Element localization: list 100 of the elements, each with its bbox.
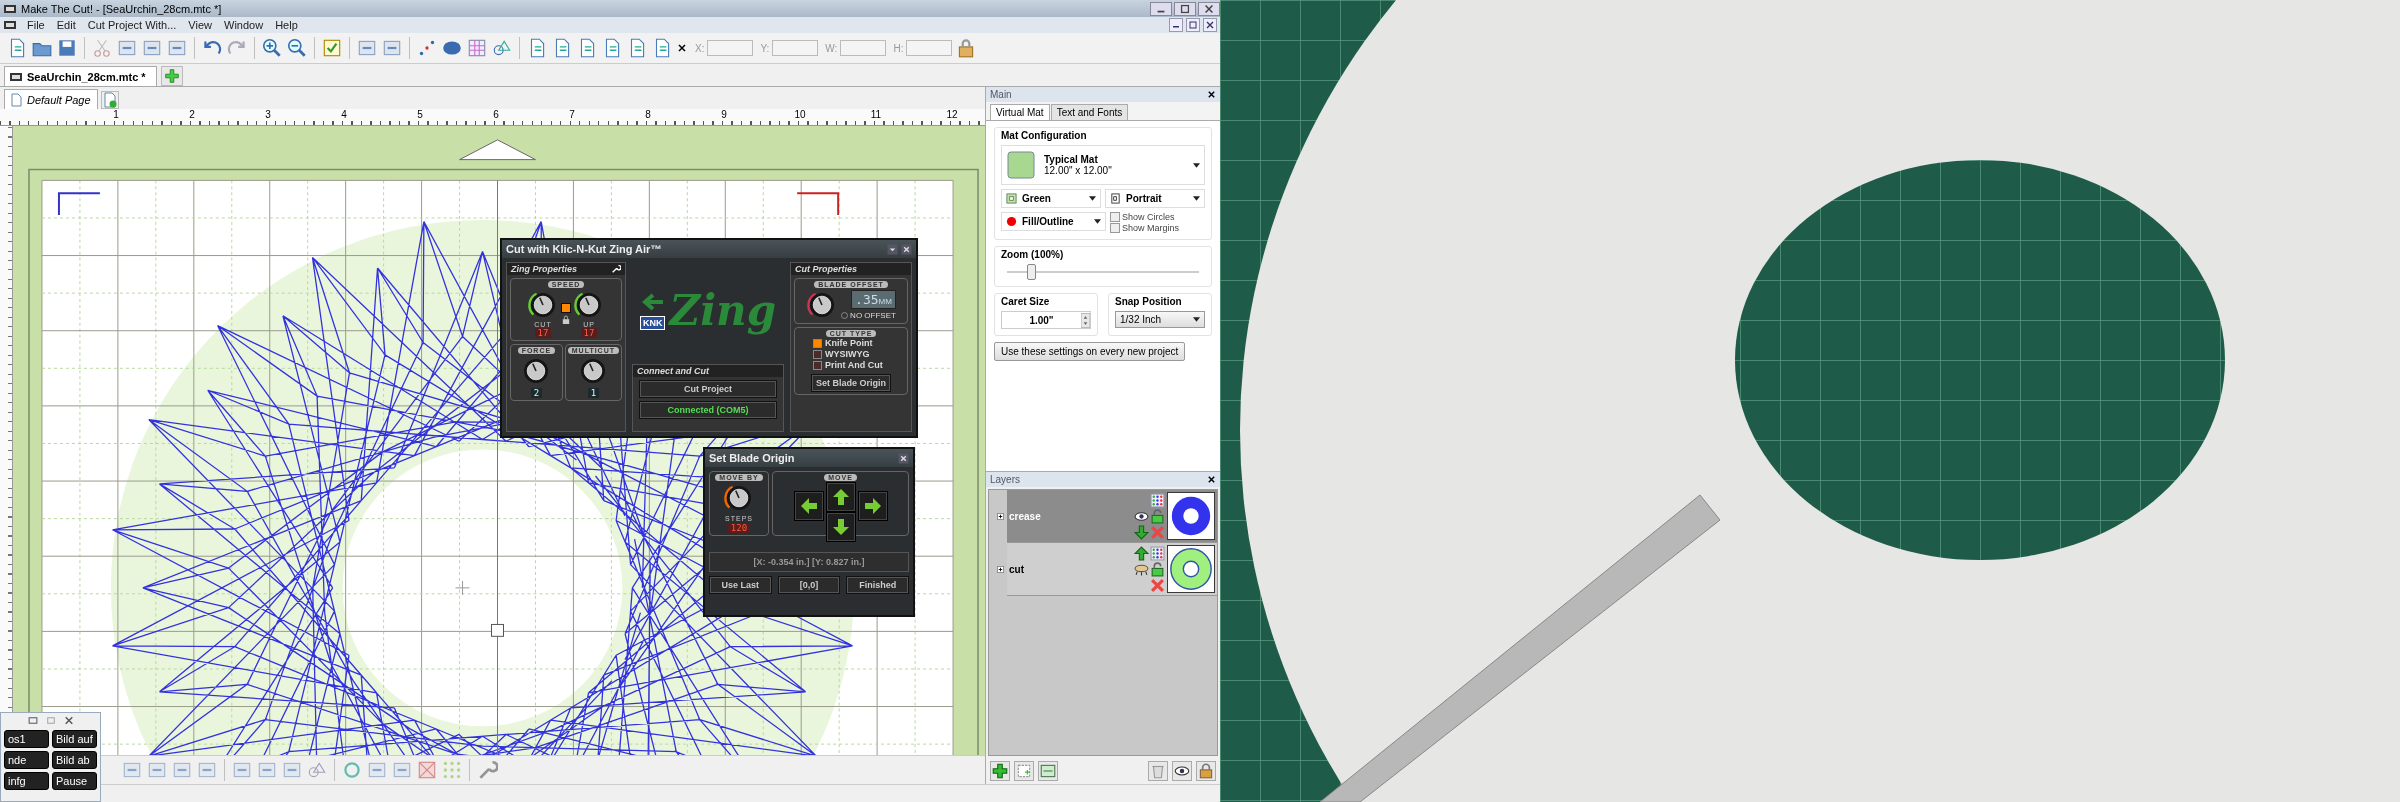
layer-name: crease <box>1008 510 1042 522</box>
keyboard-key[interactable]: Bild auf <box>52 730 97 748</box>
move-down-button[interactable] <box>825 512 856 542</box>
menu-item[interactable]: Cut Project With... <box>81 19 183 31</box>
keyboard-key[interactable]: os1 <box>4 730 49 748</box>
menu-item[interactable]: Help <box>269 19 304 31</box>
caret-icon <box>1193 317 1200 322</box>
orientation-dropdown[interactable]: Portrait <box>1105 189 1205 208</box>
wrench-icon[interactable] <box>611 264 621 274</box>
app-icon <box>3 18 17 32</box>
page-tab[interactable]: Default Page <box>4 89 98 109</box>
snap-dropdown[interactable]: 1/32 Inch <box>1115 311 1205 328</box>
maximize-icon[interactable] <box>1174 1 1196 16</box>
section-heading: Zing Properties <box>511 264 577 274</box>
move-up-button[interactable] <box>825 482 856 512</box>
close-icon[interactable] <box>676 42 688 54</box>
color-grid-icon[interactable] <box>1150 545 1165 561</box>
window-title: Make The Cut! - [SeaUrchin_28cm.mtc *] <box>21 2 222 15</box>
link-toggle[interactable] <box>561 302 571 313</box>
page-icon <box>1110 193 1121 204</box>
zoom-out-icon[interactable] <box>286 37 308 59</box>
dialog-button[interactable]: Finished <box>846 576 909 594</box>
merge-layer-icon[interactable] <box>1038 761 1058 781</box>
dialog-title: Set Blade Origin <box>709 452 795 464</box>
cut-project-button[interactable]: Cut Project <box>639 380 777 398</box>
close-icon[interactable] <box>1203 18 1217 32</box>
padlock-icon[interactable] <box>1150 561 1165 577</box>
ruler-mark: 2 <box>188 109 196 120</box>
delete-icon[interactable] <box>1150 577 1165 593</box>
checkbox-option[interactable]: Show Circles <box>1110 212 1205 222</box>
default-settings-button[interactable]: Use these settings on every new project <box>994 342 1186 361</box>
panel-tab[interactable]: Virtual Mat <box>990 104 1050 120</box>
ruler-mark: 9 <box>720 109 728 120</box>
checklist-icon[interactable] <box>321 37 343 59</box>
radio-option[interactable]: NO OFFSET <box>841 311 896 320</box>
mat-tint-dropdown[interactable]: Green <box>1001 189 1101 208</box>
value-display: 120 <box>727 523 751 533</box>
value-display: 17 <box>580 328 598 338</box>
add-page-icon[interactable] <box>100 91 119 109</box>
spinner-icon[interactable] <box>1081 312 1090 328</box>
slider-thumb[interactable] <box>1027 264 1037 280</box>
menu-item[interactable]: View <box>182 19 218 31</box>
padlock-icon[interactable] <box>1196 761 1216 781</box>
add-tab-icon[interactable] <box>160 66 183 86</box>
close-icon[interactable] <box>1207 475 1216 484</box>
dialog-button[interactable]: [0,0] <box>777 576 841 594</box>
expand-icon[interactable] <box>997 512 1004 520</box>
group-heading: Zoom (100%) <box>1001 249 1065 260</box>
caret-icon <box>1193 196 1200 201</box>
page-icon <box>9 92 23 107</box>
panel-tab[interactable]: Text and Fonts <box>1050 104 1129 120</box>
tab-label: Default Page <box>27 93 91 106</box>
close-icon[interactable] <box>1207 90 1216 99</box>
keyboard-key[interactable]: infg <box>4 772 49 790</box>
add-layer-icon[interactable] <box>990 761 1010 781</box>
keyboard-key[interactable]: Bild ab <box>52 751 97 769</box>
ruler-mark: 4 <box>340 109 348 120</box>
minimize-icon[interactable] <box>1169 18 1183 32</box>
move-right-button[interactable] <box>857 491 888 521</box>
menu-item[interactable]: Edit <box>50 19 82 31</box>
mat-name: Typical Mat <box>1044 154 1098 165</box>
connection-button[interactable]: Connected (COM5) <box>639 401 777 419</box>
collapse-icon[interactable] <box>887 243 898 255</box>
cut-type-option[interactable]: Knife Point <box>813 338 873 348</box>
document-tab[interactable]: SeaUrchin_28cm.mtc * <box>4 66 157 86</box>
grid-icon[interactable] <box>466 37 488 59</box>
keyboard-key[interactable]: Pause <box>52 772 97 790</box>
right-arrow-icon <box>862 496 883 516</box>
mat-dropdown[interactable]: Typical Mat 12.00" x 12.00" <box>1001 145 1205 185</box>
expand-icon[interactable] <box>997 565 1004 573</box>
save-icon[interactable] <box>56 37 78 59</box>
up-arrow-icon[interactable] <box>1134 545 1149 561</box>
star-pattern-thumbnail <box>1167 492 1215 540</box>
number-field[interactable]: 1.00" <box>1001 311 1091 329</box>
new-layer-icon[interactable] <box>1014 761 1034 781</box>
dialog-button[interactable]: Use Last <box>709 576 772 594</box>
keyboard-key[interactable]: nde <box>4 751 49 769</box>
close-icon[interactable] <box>901 243 912 255</box>
zoom-in-icon[interactable] <box>261 37 283 59</box>
display-dropdown[interactable]: Fill/Outline <box>1001 212 1106 231</box>
offset-display: .35MM <box>851 290 896 309</box>
dropdown-value: Portrait <box>1126 193 1162 204</box>
cut-type-option[interactable]: Print And Cut <box>813 360 883 370</box>
corner-mark <box>796 192 840 216</box>
eye-icon[interactable] <box>1172 761 1192 781</box>
panel-title: Main <box>990 89 1012 100</box>
handle-square[interactable] <box>491 623 504 637</box>
cut-type-option[interactable]: WYSIWYG <box>813 349 870 359</box>
dots-icon[interactable] <box>441 759 463 781</box>
color-grid-icon[interactable] <box>1150 492 1165 508</box>
dropdown-value: Fill/Outline <box>1022 216 1074 227</box>
set-blade-origin-button[interactable]: Set Blade Origin <box>811 374 891 392</box>
group-heading: Snap Position <box>1115 296 1183 307</box>
close-icon[interactable] <box>898 452 909 464</box>
pattern-icon[interactable] <box>416 759 438 781</box>
checkbox-option[interactable]: Show Margins <box>1110 223 1205 233</box>
close-icon[interactable] <box>1198 1 1220 16</box>
menu-item[interactable]: File <box>21 19 51 31</box>
move-left-button[interactable] <box>793 491 824 521</box>
menu-item[interactable]: Window <box>218 19 270 31</box>
